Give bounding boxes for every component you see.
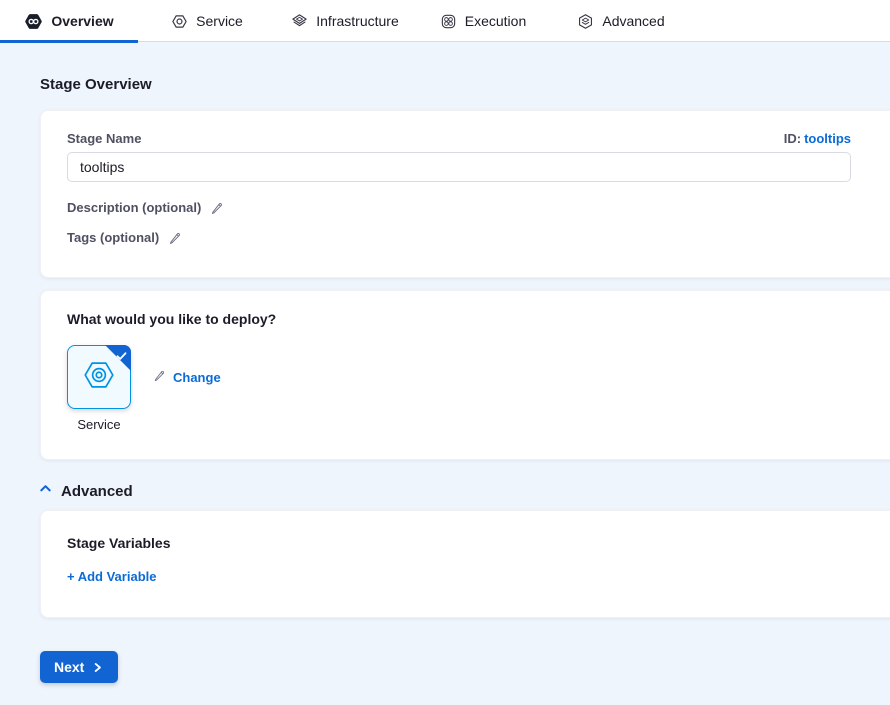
tab-execution-label: Execution <box>465 13 526 29</box>
stage-id-label: ID: <box>784 131 801 146</box>
change-label: Change <box>173 370 221 385</box>
tab-execution[interactable]: Execution <box>414 0 552 42</box>
pencil-icon <box>153 369 166 385</box>
deploy-tile-column: Service <box>67 345 131 432</box>
pencil-icon <box>210 201 224 215</box>
chevron-up-icon <box>38 481 53 501</box>
stage-name-label: Stage Name <box>67 131 141 146</box>
change-link-wrap: Change <box>153 345 221 409</box>
service-icon <box>171 13 188 30</box>
check-icon <box>116 349 127 367</box>
tags-label: Tags (optional) <box>67 230 159 245</box>
change-deploy-type-link[interactable]: Change <box>153 369 221 385</box>
stage-tabbar: Overview Service Infrastructure <box>0 0 890 42</box>
tab-overview-label: Overview <box>51 13 113 29</box>
service-tile-label: Service <box>77 417 120 432</box>
stage-variables-card: Stage Variables + Add Variable <box>40 510 890 618</box>
stage-id: ID:tooltips <box>784 131 851 146</box>
tab-service[interactable]: Service <box>138 0 276 42</box>
pencil-icon <box>168 231 182 245</box>
tab-advanced[interactable]: Advanced <box>552 0 690 42</box>
page-title: Stage Overview <box>40 76 152 93</box>
service-tile-selected[interactable] <box>67 345 131 409</box>
description-label: Description (optional) <box>67 200 201 215</box>
tab-overview[interactable]: Overview <box>0 0 138 42</box>
stage-overview-card: Stage Name ID:tooltips Description (opti… <box>40 110 890 278</box>
stage-id-value-link[interactable]: tooltips <box>804 131 851 146</box>
stage-name-row: Stage Name ID:tooltips <box>67 131 851 146</box>
execution-icon <box>440 13 457 30</box>
tab-advanced-label: Advanced <box>602 13 664 29</box>
add-variable-link[interactable]: + Add Variable <box>67 569 156 584</box>
chevron-right-icon <box>91 661 104 674</box>
infrastructure-icon <box>291 13 308 30</box>
advanced-section-toggle[interactable]: Advanced <box>38 481 133 501</box>
deploy-question: What would you like to deploy? <box>67 311 887 327</box>
deploy-type-card: What would you like to deploy? <box>40 290 890 460</box>
description-edit[interactable]: Description (optional) <box>67 200 887 215</box>
next-button[interactable]: Next <box>40 651 118 683</box>
advanced-section-title: Advanced <box>61 483 133 500</box>
next-button-label: Next <box>54 659 84 675</box>
tab-service-label: Service <box>196 13 243 29</box>
overview-icon <box>24 12 43 31</box>
tab-infrastructure[interactable]: Infrastructure <box>276 0 414 42</box>
stage-variables-title: Stage Variables <box>67 535 887 551</box>
deploy-options-row: Service Change <box>67 345 887 432</box>
advanced-icon <box>577 13 594 30</box>
stage-config-screen: Overview Service Infrastructure <box>0 0 890 705</box>
tab-infrastructure-label: Infrastructure <box>316 13 398 29</box>
tags-edit[interactable]: Tags (optional) <box>67 230 887 245</box>
stage-name-input[interactable] <box>67 152 851 182</box>
